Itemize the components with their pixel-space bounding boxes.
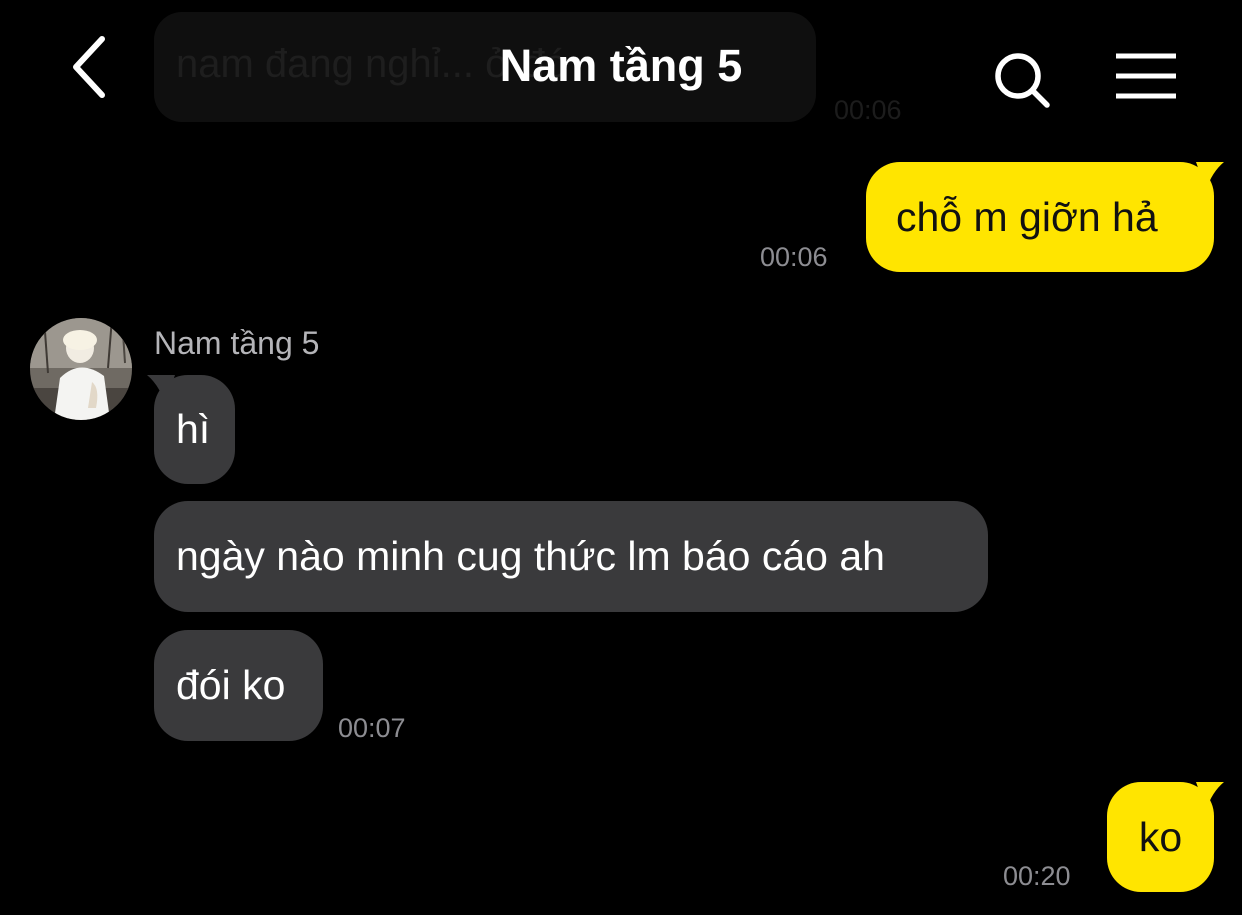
hamburger-menu-icon — [1116, 53, 1176, 99]
message-time: 00:06 — [760, 242, 828, 272]
bubble-tail — [147, 375, 175, 403]
message-text: chỗ m giỡn hả — [896, 193, 1158, 240]
chat-title: Nam tầng 5 — [499, 40, 743, 91]
message-text: ko — [1138, 813, 1183, 860]
avatar[interactable] — [30, 318, 132, 420]
previous-message-time: 00:06 — [834, 95, 902, 125]
message-text: đói ko — [176, 662, 286, 708]
search-icon — [995, 53, 1050, 108]
their-message-bubble[interactable]: đói ko — [154, 630, 323, 741]
bubble-tail — [1196, 162, 1224, 190]
message-time: 00:07 — [338, 713, 406, 743]
message-time: 00:20 — [1003, 861, 1071, 891]
bubble-tail — [1196, 782, 1224, 810]
chevron-left-icon — [73, 36, 105, 98]
search-button[interactable] — [990, 48, 1056, 114]
message-text: ngày nào minh cug thức lm báo cáo ah — [176, 533, 885, 579]
their-message-bubble[interactable]: ngày nào minh cug thức lm báo cáo ah — [154, 501, 988, 612]
avatar-image — [30, 318, 132, 420]
sender-name: Nam tầng 5 — [154, 325, 320, 361]
menu-button[interactable] — [1110, 50, 1182, 106]
chat-screen: nam đang nghỉ... ở đó 00:06 Nam tầng 5 0… — [0, 0, 1242, 915]
my-message-bubble[interactable]: chỗ m giỡn hả — [866, 162, 1214, 272]
message-text: hì — [176, 406, 211, 452]
back-button[interactable] — [60, 34, 116, 100]
